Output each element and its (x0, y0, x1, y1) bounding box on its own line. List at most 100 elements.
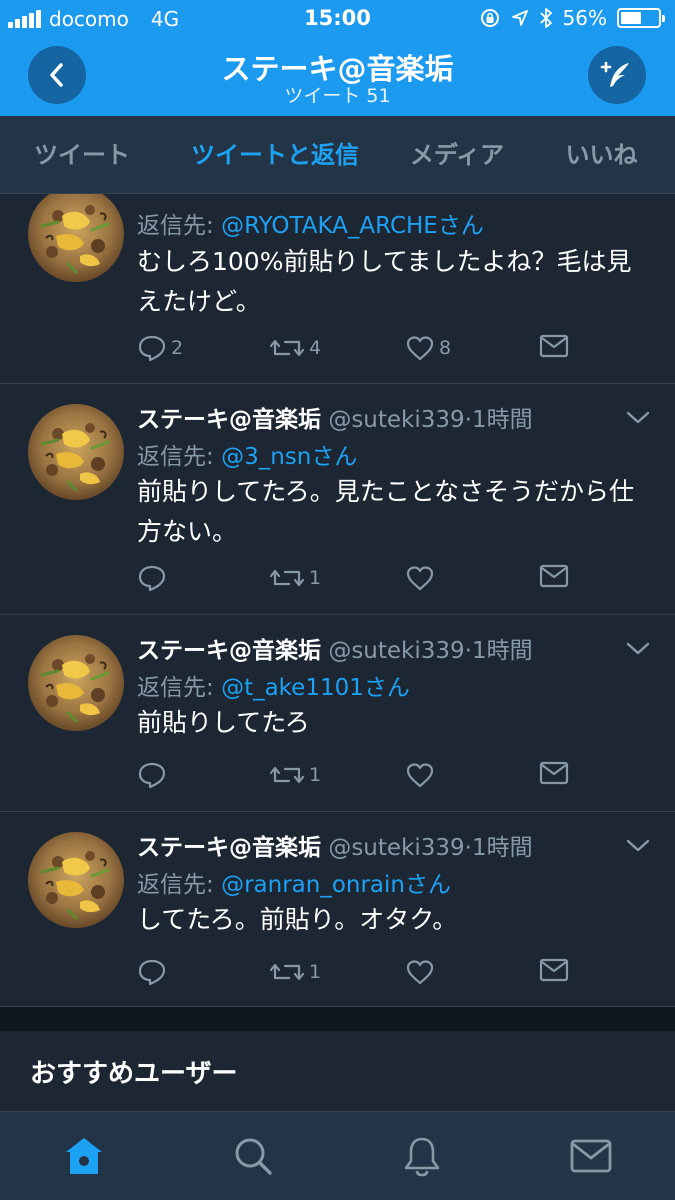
tweet-text: してたろ。前貼り。オタク。 (137, 905, 458, 934)
status-right: 56% (479, 6, 665, 30)
reply-mention-link[interactable]: @t_ake1101さん (221, 675, 410, 701)
tweet-item[interactable]: ステーキ@音楽垢 @suteki339·1時間 返信先: @3_nsnさん 前貼… (0, 384, 675, 615)
tweet-item[interactable]: 返信先: @RYOTAKA_ARCHEさん むしろ100%前貼りしてましたよね？… (0, 194, 675, 384)
tweet-count: ツイート 51 (284, 85, 391, 107)
compose-tweet-button[interactable] (588, 46, 646, 104)
tab-likes[interactable]: いいね (528, 116, 675, 194)
tab-media[interactable]: メディア (386, 116, 528, 194)
like-count: 8 (439, 337, 452, 359)
author-handle: @suteki339 (328, 638, 465, 664)
search-icon (235, 1138, 272, 1175)
tweet-time: ·1時間 (464, 638, 533, 664)
bell-icon (404, 1137, 440, 1177)
bottom-tab-bar (0, 1111, 675, 1200)
direct-message-button[interactable] (539, 564, 569, 588)
reply-mention-link[interactable]: @ranran_onrainさん (221, 872, 451, 898)
reply-button[interactable] (137, 564, 171, 592)
reply-to-line: 返信先: @RYOTAKA_ARCHEさん (137, 206, 484, 240)
like-button[interactable] (405, 564, 439, 592)
direct-message-button[interactable] (539, 958, 569, 982)
reply-icon (138, 959, 166, 986)
reply-to-line: 返信先: @ranran_onrainさん (137, 865, 451, 899)
tweet-item[interactable]: ステーキ@音楽垢 @suteki339·1時間 返信先: @ranran_onr… (0, 812, 675, 1007)
recommended-users-section[interactable]: おすすめユーザー (0, 1031, 675, 1111)
rotation-lock-icon (480, 9, 499, 27)
reply-button[interactable]: 2 (137, 334, 183, 362)
like-button[interactable]: 8 (405, 334, 451, 362)
section-divider (0, 1007, 675, 1031)
tweet-actions: 2 4 8 (137, 334, 637, 366)
mail-icon (539, 334, 569, 358)
heart-icon (406, 960, 434, 985)
bluetooth-icon (539, 8, 552, 28)
reply-icon (138, 565, 166, 592)
tweet-text: むしろ100%前貼りしてましたよね？毛は見えたけど。 (137, 247, 632, 316)
nav-messages[interactable] (569, 1134, 613, 1178)
chevron-down-icon[interactable] (624, 836, 652, 856)
like-button[interactable] (405, 761, 439, 789)
avatar[interactable] (28, 404, 124, 500)
nav-notifications[interactable] (400, 1134, 444, 1178)
location-icon (511, 10, 528, 26)
battery-icon (617, 8, 665, 28)
retweet-button[interactable]: 4 (269, 334, 321, 362)
mail-icon (570, 1139, 612, 1173)
tweet-time: ·1時間 (464, 835, 533, 861)
nav-home[interactable] (62, 1134, 106, 1178)
avatar[interactable] (28, 194, 124, 282)
direct-message-button[interactable] (539, 334, 569, 358)
reply-prefix: 返信先: (137, 444, 222, 470)
avatar[interactable] (28, 635, 124, 731)
heart-icon (406, 763, 434, 788)
heart-icon (406, 566, 434, 591)
compose-feather-icon (600, 61, 629, 87)
avatar[interactable] (28, 832, 124, 928)
retweet-button[interactable]: 1 (269, 564, 321, 592)
profile-tabs: ツイート ツイートと返信 メディア いいね (0, 116, 675, 194)
home-icon (66, 1138, 102, 1174)
tweet-header: ステーキ@音楽垢 @suteki339·1時間 (137, 400, 533, 434)
retweet-count: 4 (309, 337, 322, 359)
reply-to-line: 返信先: @3_nsnさん (137, 437, 357, 471)
mail-icon (539, 564, 569, 588)
reply-icon (138, 762, 166, 789)
retweet-count: 1 (309, 764, 322, 786)
retweet-count: 1 (309, 961, 322, 983)
reply-button[interactable] (137, 761, 171, 789)
mail-icon (539, 958, 569, 982)
retweet-icon (269, 766, 305, 784)
retweet-icon (269, 339, 305, 357)
direct-message-button[interactable] (539, 761, 569, 785)
tweet-item[interactable]: ステーキ@音楽垢 @suteki339·1時間 返信先: @t_ake1101さ… (0, 615, 675, 812)
like-button[interactable] (405, 958, 439, 986)
reply-count: 2 (171, 337, 184, 359)
reply-button[interactable] (137, 958, 171, 986)
chevron-down-icon[interactable] (624, 639, 652, 659)
author-name[interactable]: ステーキ@音楽垢 (137, 638, 321, 664)
retweet-count: 1 (309, 567, 322, 589)
retweet-icon (269, 569, 305, 587)
reply-mention-link[interactable]: @RYOTAKA_ARCHEさん (221, 213, 484, 239)
author-name[interactable]: ステーキ@音楽垢 (137, 407, 321, 433)
reply-prefix: 返信先: (137, 872, 222, 898)
recommended-users-title: おすすめユーザー (30, 1059, 238, 1089)
tweet-text: 前貼りしてたろ。見たことなさそうだから仕方ない。 (137, 477, 635, 546)
heart-icon (406, 336, 434, 361)
battery-percent: 56% (562, 6, 607, 30)
timeline[interactable]: 返信先: @RYOTAKA_ARCHEさん むしろ100%前貼りしてましたよね？… (0, 194, 675, 1010)
author-name[interactable]: ステーキ@音楽垢 (137, 835, 321, 861)
tweet-actions: 1 (137, 564, 637, 596)
reply-to-line: 返信先: @t_ake1101さん (137, 668, 410, 702)
tweet-header: ステーキ@音楽垢 @suteki339·1時間 (137, 631, 533, 665)
chevron-down-icon[interactable] (624, 408, 652, 428)
nav-search[interactable] (231, 1134, 275, 1178)
author-handle: @suteki339 (328, 835, 465, 861)
retweet-button[interactable]: 1 (269, 761, 321, 789)
reply-prefix: 返信先: (137, 213, 222, 239)
tab-tweets-and-replies[interactable]: ツイートと返信 (164, 116, 386, 194)
retweet-button[interactable]: 1 (269, 958, 321, 986)
author-handle: @suteki339 (328, 407, 465, 433)
reply-mention-link[interactable]: @3_nsnさん (221, 444, 357, 470)
tab-tweets[interactable]: ツイート (0, 116, 164, 194)
tweet-header: ステーキ@音楽垢 @suteki339·1時間 (137, 828, 533, 862)
